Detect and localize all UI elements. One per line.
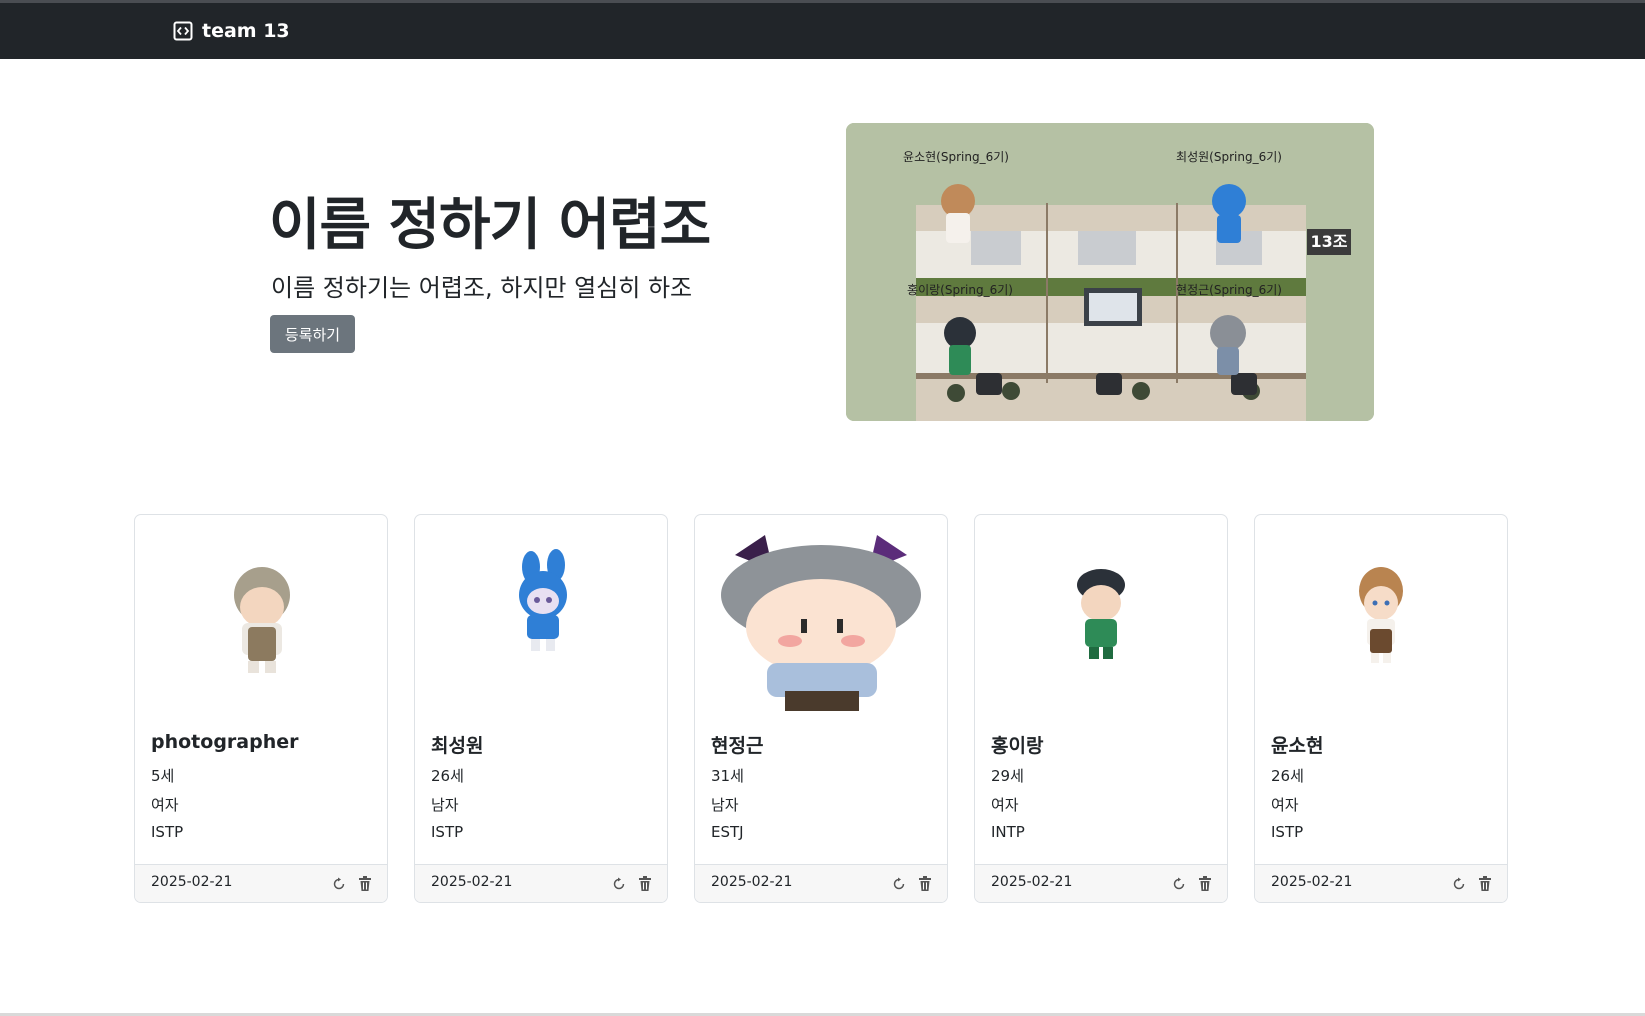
- register-button[interactable]: 등록하기: [270, 315, 355, 353]
- card-footer: 2025-02-21: [975, 864, 1227, 902]
- member-name: photographer: [151, 731, 299, 753]
- member-card: 윤소현 26세 여자 ISTP 2025-02-21: [1254, 514, 1508, 903]
- member-avatar: [519, 549, 567, 651]
- member-avatar: [234, 567, 290, 673]
- member-name: 윤소현: [1271, 735, 1324, 757]
- team-badge: 13조: [1311, 232, 1348, 251]
- member-gender: 여자: [151, 796, 179, 814]
- member-card: photographer 5세 여자 ISTP 2025-02-21: [134, 514, 388, 903]
- member-card: 최성원 26세 남자 ISTP 2025-02-21: [414, 514, 668, 903]
- trash-icon[interactable]: [1475, 874, 1495, 894]
- navbar: team 13: [0, 3, 1645, 59]
- member-age: 26세: [431, 767, 464, 785]
- member-age: 26세: [1271, 767, 1304, 785]
- brand-link[interactable]: team 13: [173, 18, 290, 44]
- member-age: 29세: [991, 767, 1024, 785]
- refresh-icon[interactable]: [1449, 874, 1469, 894]
- member-gender: 남자: [711, 796, 739, 814]
- member-gender: 여자: [991, 796, 1019, 814]
- code-brackets-icon: [173, 21, 193, 41]
- member-name: 현정근: [711, 735, 764, 757]
- member-name: 홍이랑: [991, 735, 1044, 757]
- trash-icon[interactable]: [915, 874, 935, 894]
- member-avatar: [721, 535, 921, 711]
- member-avatar: [1359, 567, 1403, 663]
- label-hyun: 현정근(Spring_6기): [1176, 283, 1282, 297]
- card-footer: 2025-02-21: [415, 864, 667, 902]
- refresh-icon[interactable]: [1169, 874, 1189, 894]
- member-date: 2025-02-21: [991, 874, 1073, 890]
- member-date: 2025-02-21: [1271, 874, 1353, 890]
- member-gender: 여자: [1271, 796, 1299, 814]
- member-age: 5세: [151, 767, 175, 785]
- refresh-icon[interactable]: [329, 874, 349, 894]
- member-card: 홍이랑 29세 여자 INTP 2025-02-21: [974, 514, 1228, 903]
- label-yoon: 윤소현(Spring_6기): [903, 150, 1009, 164]
- member-mbti: ISTP: [1271, 823, 1304, 841]
- member-mbti: INTP: [991, 823, 1025, 841]
- member-card: 현정근 31세 남자 ESTJ 2025-02-21: [694, 514, 948, 903]
- label-choi: 최성원(Spring_6기): [1176, 150, 1282, 164]
- refresh-icon[interactable]: [609, 874, 629, 894]
- brand-text: team 13: [202, 20, 290, 42]
- card-footer: 2025-02-21: [135, 864, 387, 902]
- trash-icon[interactable]: [355, 874, 375, 894]
- team-office-image: 윤소현(Spring_6기) 최성원(Spring_6기) 홍이랑(Spring…: [846, 123, 1374, 421]
- hero-subtitle: 이름 정하기는 어렵조, 하지만 열심히 하조: [271, 274, 693, 302]
- member-gender: 남자: [431, 796, 459, 814]
- member-date: 2025-02-21: [151, 874, 233, 890]
- trash-icon[interactable]: [1195, 874, 1215, 894]
- hero-title: 이름 정하기 어렵조: [269, 193, 711, 258]
- label-hong: 홍이랑(Spring_6기): [907, 283, 1013, 297]
- card-footer: 2025-02-21: [695, 864, 947, 902]
- member-age: 31세: [711, 767, 744, 785]
- member-mbti: ISTP: [431, 823, 464, 841]
- member-mbti: ESTJ: [711, 823, 744, 841]
- member-date: 2025-02-21: [711, 874, 793, 890]
- member-avatar: [1077, 569, 1125, 659]
- card-footer: 2025-02-21: [1255, 864, 1507, 902]
- member-name: 최성원: [431, 735, 484, 757]
- refresh-icon[interactable]: [889, 874, 909, 894]
- member-mbti: ISTP: [151, 823, 184, 841]
- member-date: 2025-02-21: [431, 874, 513, 890]
- trash-icon[interactable]: [635, 874, 655, 894]
